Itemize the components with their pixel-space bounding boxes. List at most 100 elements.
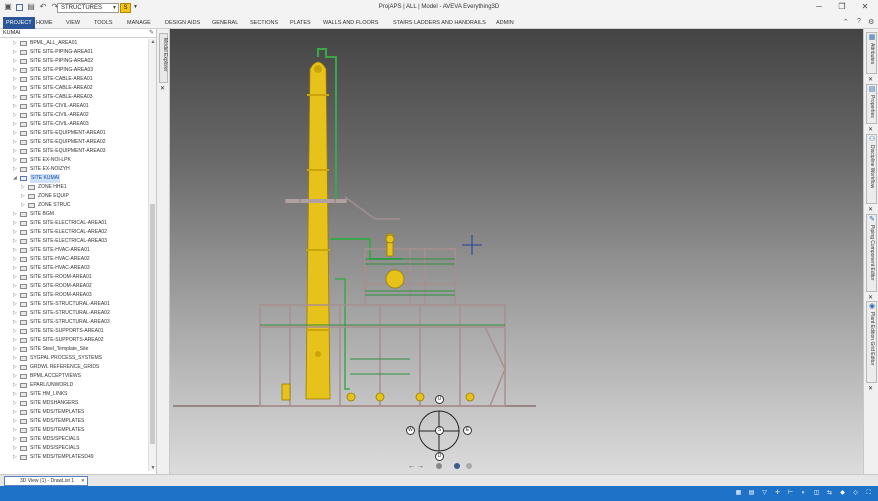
tab-manage[interactable]: MANAGE (127, 17, 151, 29)
nav-arrows-icon[interactable]: ← → (408, 463, 424, 470)
fullscreen-icon[interactable]: ⛶ (865, 490, 872, 497)
expand-icon[interactable]: ▷ (13, 228, 18, 237)
expand-icon[interactable]: ▷ (13, 48, 18, 57)
close-icon[interactable]: ✕ (868, 206, 873, 213)
expand-icon[interactable]: ▷ (13, 57, 18, 66)
tab-stairs-ladders-handrails[interactable]: STAIRS LADDERS AND HANDRAILS (393, 17, 486, 29)
expand-icon[interactable]: ▷ (13, 246, 18, 255)
compass-up[interactable]: U (435, 395, 444, 404)
tab-general[interactable]: GENERAL (212, 17, 238, 29)
discipline-workflow-tab[interactable]: ⚇ Discipline Workflow (866, 134, 877, 204)
expand-icon[interactable]: ▷ (13, 282, 18, 291)
expand-icon[interactable]: ▷ (13, 399, 18, 408)
properties-tab[interactable]: ▤ Properties (866, 84, 877, 124)
expand-icon[interactable]: ▷ (13, 84, 18, 93)
compass-west[interactable]: W (406, 426, 415, 435)
expand-icon[interactable]: ▷ (21, 183, 26, 192)
compass-down[interactable]: D (435, 452, 444, 461)
expand-icon[interactable]: ▷ (13, 318, 18, 327)
expand-icon[interactable]: ▷ (13, 264, 18, 273)
expand-icon[interactable]: ▷ (13, 39, 18, 48)
expand-icon[interactable]: ▷ (13, 327, 18, 336)
filter-icon[interactable]: ▽ (761, 490, 768, 497)
tab-walls-and-floors[interactable]: WALLS AND FLOORS (323, 17, 378, 29)
pin-icon[interactable]: ✎ (149, 29, 154, 36)
expand-icon[interactable]: ▷ (13, 273, 18, 282)
grid-editor-tab[interactable]: ◉ Plant Edition Grid Editor (866, 301, 877, 383)
close-icon[interactable]: ✕ (868, 126, 873, 133)
expand-icon[interactable]: ▷ (13, 390, 18, 399)
expand-icon[interactable]: ▷ (13, 372, 18, 381)
scroll-thumb[interactable] (150, 204, 155, 444)
measure-icon[interactable]: ⊢ (787, 490, 794, 497)
tab-sections[interactable]: SECTIONS (250, 17, 278, 29)
visibility-icon[interactable]: ◐ (800, 490, 807, 497)
expand-icon[interactable]: ▷ (13, 291, 18, 300)
expand-icon[interactable]: ▷ (13, 417, 18, 426)
expand-icon[interactable]: ▷ (13, 309, 18, 318)
expand-icon[interactable]: ▷ (13, 363, 18, 372)
expand-icon[interactable]: ▷ (13, 354, 18, 363)
close-button[interactable]: ✕ (859, 2, 871, 11)
snap-icon[interactable]: ✛ (774, 490, 781, 497)
expand-icon[interactable]: ▷ (13, 111, 18, 120)
tab-view[interactable]: VIEW (66, 17, 80, 29)
expand-icon[interactable]: ▷ (13, 381, 18, 390)
expand-icon[interactable]: ▷ (13, 336, 18, 345)
expand-icon[interactable]: ▷ (13, 138, 18, 147)
tab-home[interactable]: HOME (36, 17, 53, 29)
expand-icon[interactable]: ▷ (13, 75, 18, 84)
home-view-icon[interactable] (436, 463, 442, 469)
restore-button[interactable]: ❐ (836, 2, 848, 11)
tab-3d-view[interactable]: 3D View (1) - DrawList 1 ✕ (4, 476, 88, 486)
close-icon[interactable]: ✕ (868, 294, 873, 301)
ribbon-collapse-icon[interactable]: ⌃ (843, 18, 849, 26)
expand-icon[interactable]: ▷ (13, 237, 18, 246)
expand-icon[interactable]: ▷ (13, 147, 18, 156)
tab-tools[interactable]: TOOLS (94, 17, 113, 29)
walk-icon[interactable]: ⇆ (826, 490, 833, 497)
expand-icon[interactable]: ▷ (21, 192, 26, 201)
view-options-icon[interactable] (466, 463, 472, 469)
expand-icon[interactable]: ▷ (13, 156, 18, 165)
expand-icon[interactable]: ▷ (13, 66, 18, 75)
settings-icon[interactable]: ⚙ (868, 18, 874, 26)
tab-plates[interactable]: PLATES (290, 17, 311, 29)
wireframe-icon[interactable]: ◇ (852, 490, 859, 497)
close-icon[interactable]: ✕ (868, 385, 873, 392)
close-icon[interactable]: ✕ (868, 76, 873, 83)
expand-icon[interactable]: ▷ (13, 300, 18, 309)
expand-icon[interactable]: ▷ (13, 444, 18, 453)
piping-component-editor-tab[interactable]: ✎ Piping Component Editor (866, 214, 877, 292)
model-explorer-tab[interactable]: Model Explorer (159, 33, 168, 83)
expand-icon[interactable]: ▷ (13, 102, 18, 111)
grid-icon[interactable]: ▦ (735, 490, 742, 497)
expand-icon[interactable]: ▷ (13, 129, 18, 138)
expand-icon[interactable]: ▷ (13, 219, 18, 228)
scroll-up-icon[interactable]: ▲ (149, 39, 157, 45)
compass-east[interactable]: E (463, 426, 472, 435)
expand-icon[interactable]: ▷ (13, 120, 18, 129)
close-icon[interactable]: ✕ (81, 477, 85, 485)
expand-icon[interactable]: ▷ (13, 435, 18, 444)
tab-project[interactable]: PROJECT (3, 17, 35, 29)
expand-icon[interactable]: ▷ (13, 165, 18, 174)
attributes-tab[interactable]: ▦ Attributes (866, 32, 877, 74)
shaded-icon[interactable]: ◆ (839, 490, 846, 497)
close-icon[interactable]: ✕ (160, 85, 165, 92)
expand-icon[interactable]: ▷ (13, 345, 18, 354)
expand-icon[interactable]: ▷ (13, 453, 18, 462)
expand-icon[interactable]: ▷ (21, 201, 26, 210)
globe-icon[interactable] (454, 463, 460, 469)
collapse-icon[interactable]: ◢ (13, 174, 18, 183)
scroll-down-icon[interactable]: ▼ (149, 465, 157, 471)
explorer-scrollbar[interactable]: ▲ ▼ (148, 39, 156, 471)
tab-admin[interactable]: ADMIN (496, 17, 514, 29)
3d-viewport[interactable]: U D W E S ← → (170, 29, 863, 474)
clip-icon[interactable]: ◫ (813, 490, 820, 497)
help-icon[interactable]: ? (857, 18, 861, 25)
expand-icon[interactable]: ▷ (13, 426, 18, 435)
layers-icon[interactable]: ▤ (748, 490, 755, 497)
tab-design-aids[interactable]: DESIGN AIDS (165, 17, 200, 29)
expand-icon[interactable]: ▷ (13, 210, 18, 219)
